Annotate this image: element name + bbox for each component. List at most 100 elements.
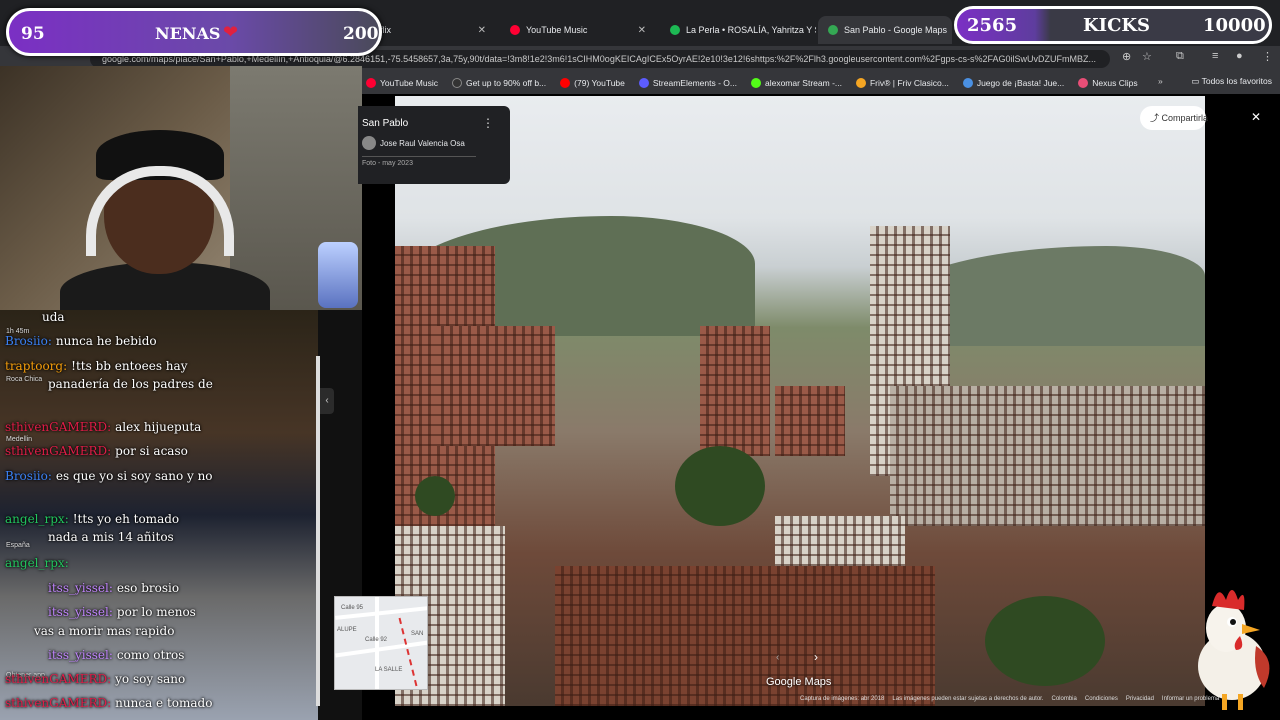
kick-icon	[750, 78, 761, 88]
chat-text: alex hijueputa	[115, 420, 202, 434]
share-label: Compartirla	[1161, 113, 1209, 123]
chevron-right-icon[interactable]: »	[1158, 76, 1163, 86]
street-photo[interactable]	[395, 96, 1205, 706]
map-label: SAN	[411, 631, 424, 637]
building	[775, 516, 905, 566]
building	[700, 326, 770, 456]
tab-spotify[interactable]: La Perla • ROSALÍA, Yahritza Y S ✕	[660, 16, 816, 44]
chat-message: angel_rpx: !tts yo eh tomado	[5, 512, 179, 526]
chat-message: panadería de los padres de	[48, 377, 213, 391]
chat-message: uda	[42, 310, 65, 324]
avatar[interactable]	[362, 136, 376, 150]
tab-youtube-music[interactable]: YouTube Music ✕	[500, 16, 656, 44]
chevron-right-icon[interactable]: ›	[814, 650, 818, 664]
star-icon[interactable]: ☆	[1142, 50, 1152, 63]
chevron-left-icon: ‹	[325, 395, 329, 406]
close-icon[interactable]: ✕	[1251, 110, 1261, 124]
more-options-icon[interactable]: ⋮	[482, 116, 494, 130]
chat-message: sthivenGAMERD: por si acaso	[5, 444, 188, 458]
chat-username[interactable]: angel_rpx:	[5, 512, 69, 526]
goal-label: KICKS	[1083, 15, 1151, 36]
bookmark-label: (79) YouTube	[574, 78, 625, 88]
goal-current: 2565	[967, 15, 1018, 36]
chat-username[interactable]: sthivenGAMERD:	[5, 444, 111, 458]
bookmark-kick[interactable]: alexomar Stream -...	[750, 78, 842, 88]
close-icon[interactable]: ✕	[478, 25, 486, 36]
tab-label: La Perla • ROSALÍA, Yahritza Y S	[686, 25, 816, 35]
extensions-icon[interactable]: ⧉	[1176, 50, 1184, 63]
place-info-card: San Pablo ⋮ Jose Raul Valencia Osa Foto …	[358, 106, 510, 184]
minimap[interactable]: Calle 95 LA SALLE Calle 92 ALUPE SAN	[334, 596, 428, 690]
chat-badge: Medellin	[6, 436, 33, 443]
chat-username[interactable]: itss_yissel:	[48, 581, 113, 595]
photo-author[interactable]: Jose Raul Valencia Osa	[380, 139, 465, 148]
building	[890, 386, 1205, 526]
chat-message: Brosiio: nunca he bebido	[5, 334, 157, 348]
chat-username[interactable]: angel_rpx:	[5, 556, 69, 570]
route-line	[398, 617, 418, 687]
map-road	[375, 597, 379, 689]
bookmark-label: Juego de ¡Basta! Jue...	[976, 78, 1065, 88]
chat-badge: Roca Chica	[6, 376, 43, 383]
rooster-mascot-icon	[1198, 590, 1270, 710]
building	[775, 386, 845, 456]
spotify-icon	[670, 25, 680, 35]
chat-text: es que yo si soy sano y no	[55, 469, 213, 483]
goal-current: 95	[21, 24, 45, 44]
streamelements-icon	[638, 78, 649, 88]
chat-message: traptoorg: !tts bb entoees hay	[5, 359, 187, 373]
place-title[interactable]: San Pablo	[362, 118, 408, 129]
divider	[362, 156, 476, 157]
media-icon[interactable]: ≡	[1212, 50, 1218, 62]
youtube-music-icon	[510, 25, 520, 35]
chat-username[interactable]: sthivenGAMERD:	[5, 420, 111, 434]
footer-capture-date: Captura de imágenes: abr 2018	[800, 696, 885, 702]
chat-message: itss_yissel: eso brosio	[48, 581, 179, 595]
chat-username[interactable]: sthivenGAMERD:	[5, 672, 111, 686]
building	[555, 566, 935, 706]
chat-username[interactable]: traptoorg:	[5, 359, 67, 373]
goal-target: 200	[343, 24, 379, 44]
chevron-left-icon[interactable]: ‹	[776, 652, 779, 663]
tree	[985, 596, 1105, 686]
bookmark-friv[interactable]: Friv® | Friv Clasico...	[855, 78, 949, 88]
footer-terms-link[interactable]: Condiciones	[1085, 696, 1118, 708]
bookmark-label: Friv® | Friv Clasico...	[869, 78, 949, 88]
bookmark-basta[interactable]: Juego de ¡Basta! Jue...	[962, 78, 1065, 88]
goal-label: NENAS	[155, 24, 221, 43]
chat-message: nada a mis 14 añitos	[48, 530, 174, 544]
install-icon[interactable]: ⊕	[1122, 50, 1131, 63]
webcam-feed	[0, 66, 362, 310]
bookmark-deal[interactable]: Get up to 90% off b...	[451, 78, 547, 88]
footer-privacy-link[interactable]: Privacidad	[1126, 696, 1154, 708]
bookmark-label: Get up to 90% off b...	[465, 78, 547, 88]
bookmark-nexus[interactable]: Nexus Clips	[1078, 78, 1138, 88]
friv-icon	[855, 78, 866, 88]
chat-username[interactable]: itss_yissel:	[48, 648, 113, 662]
chat-username[interactable]: Brosiio:	[5, 469, 52, 483]
bookmarks-bar: YouTube Music Get up to 90% off b... (79…	[362, 72, 1280, 94]
bookmark-streamelements[interactable]: StreamElements - O...	[638, 78, 737, 88]
chat-text: nada a mis 14 añitos	[48, 530, 174, 544]
chat-username[interactable]: Brosiio:	[5, 334, 52, 348]
bookmark-youtube-music[interactable]: YouTube Music	[366, 78, 438, 88]
close-icon[interactable]: ✕	[638, 25, 646, 36]
footer-country[interactable]: Colombia	[1052, 696, 1077, 708]
chat-username[interactable]: itss_yissel:	[48, 605, 113, 619]
bookmark-youtube[interactable]: (79) YouTube	[560, 78, 625, 88]
collapse-panel-button[interactable]: ‹	[320, 388, 334, 414]
menu-icon[interactable]: ⋮	[1262, 50, 1273, 63]
chat-message: sthivenGAMERD: yo soy sano	[5, 672, 185, 686]
map-road	[335, 640, 427, 658]
chat-username[interactable]: sthivenGAMERD:	[5, 696, 111, 710]
chat-text: por lo menos	[116, 605, 196, 619]
chat-message: sthivenGAMERD: nunca e tomado	[5, 696, 212, 710]
chat-message: angel_rpx:	[5, 556, 73, 570]
chat-panel: uda 1h 45m Brosiio: nunca he bebido trapt…	[0, 310, 318, 720]
stream-screen: ... ✕ Netflix ✕ YouTube Music ✕ La Perla…	[0, 0, 1280, 720]
chat-text: uda	[42, 310, 65, 324]
share-button[interactable]: ⤴ Compartirla	[1140, 106, 1209, 130]
profile-icon[interactable]: ●	[1236, 50, 1243, 62]
all-bookmarks[interactable]: ▭ Todos los favoritos	[1191, 76, 1272, 87]
tab-google-maps[interactable]: San Pablo - Google Maps	[818, 16, 952, 44]
